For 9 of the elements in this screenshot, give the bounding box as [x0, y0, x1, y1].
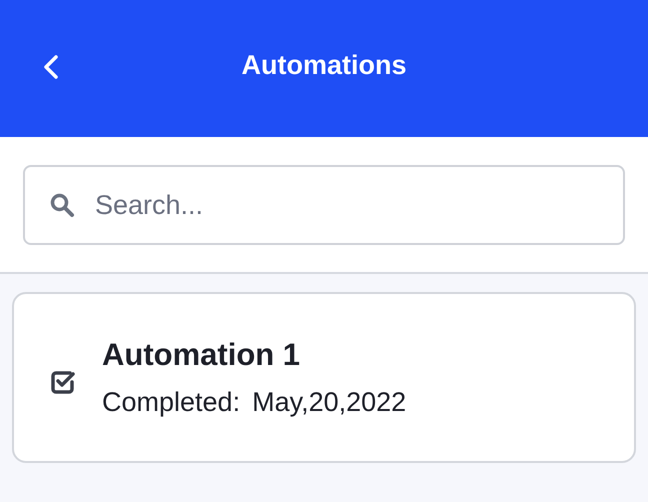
page-title: Automations	[242, 50, 406, 81]
checked-box-icon	[50, 368, 76, 394]
automation-name: Automation 1	[102, 337, 302, 373]
automation-card[interactable]: Automation 1 Completed: May,20,2022	[12, 292, 636, 463]
search-field[interactable]: Search...	[23, 165, 625, 245]
completion-date: May,20,2022	[252, 387, 406, 418]
status-label: Completed:	[102, 387, 240, 418]
back-icon	[42, 54, 60, 80]
search-icon	[49, 192, 75, 218]
